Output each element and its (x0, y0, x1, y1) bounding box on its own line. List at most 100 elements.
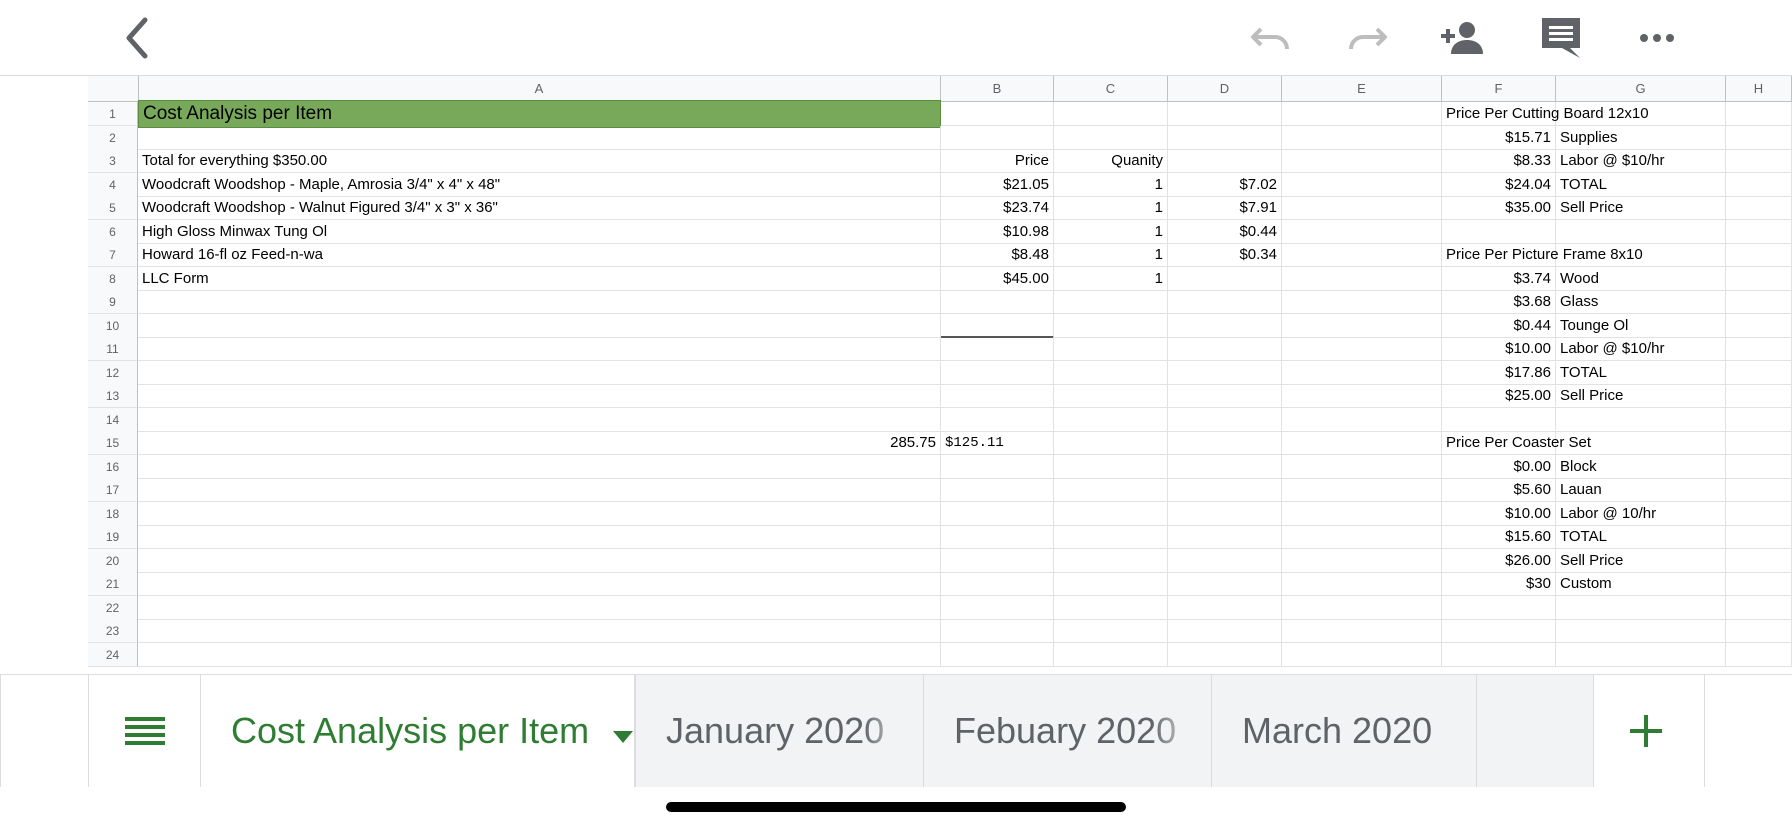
cell-b1[interactable] (941, 102, 1054, 126)
cell-e4[interactable] (1282, 172, 1442, 197)
cell-c5[interactable]: 1 (1054, 196, 1168, 220)
cell-g9[interactable]: Glass (1556, 290, 1726, 314)
cell-g18[interactable]: Labor @ 10/hr (1556, 501, 1726, 526)
cell-h24[interactable] (1726, 642, 1792, 667)
cell-b18[interactable] (941, 501, 1054, 526)
cell-a23[interactable] (138, 619, 941, 643)
row-header[interactable]: 5 (88, 196, 138, 220)
back-chevron-icon[interactable] (110, 12, 164, 64)
cell-g22[interactable] (1556, 595, 1726, 620)
cell-b14[interactable] (941, 407, 1054, 432)
cell-c8[interactable]: 1 (1054, 266, 1168, 291)
cell-a2[interactable] (138, 125, 941, 150)
cell-b20[interactable] (941, 548, 1054, 573)
cell-a22[interactable] (138, 595, 941, 620)
row-header[interactable]: 12 (88, 360, 138, 385)
cell-c24[interactable] (1054, 642, 1168, 667)
cell-a15[interactable]: 285.75 (138, 431, 941, 455)
cell-h10[interactable] (1726, 313, 1792, 338)
cell-d22[interactable] (1168, 595, 1282, 620)
cell-d12[interactable] (1168, 360, 1282, 385)
cell-a6[interactable]: High Gloss Minwax Tung Ol (138, 219, 941, 244)
cell-e24[interactable] (1282, 642, 1442, 667)
cell-e9[interactable] (1282, 290, 1442, 314)
row-header[interactable]: 2 (88, 125, 138, 150)
cell-h4[interactable] (1726, 172, 1792, 197)
cell-c3[interactable]: Quanity (1054, 149, 1168, 173)
cell-e2[interactable] (1282, 125, 1442, 150)
cell-f22[interactable] (1442, 595, 1556, 620)
cell-c22[interactable] (1054, 595, 1168, 620)
cell-g15[interactable] (1556, 431, 1726, 455)
cell-e23[interactable] (1282, 619, 1442, 643)
row-header[interactable]: 11 (88, 337, 138, 361)
cell-g17[interactable]: Lauan (1556, 478, 1726, 502)
cell-f20[interactable]: $26.00 (1442, 548, 1556, 573)
cell-c23[interactable] (1054, 619, 1168, 643)
tab-febuary-2020[interactable]: Febuary 2020 (923, 675, 1211, 787)
cell-b10[interactable] (941, 313, 1054, 338)
row-header[interactable]: 4 (88, 172, 138, 197)
cell-a8[interactable]: LLC Form (138, 266, 941, 291)
cell-f1[interactable]: Price Per Cutting Board 12x10 (1442, 102, 1649, 126)
cell-g24[interactable] (1556, 642, 1726, 667)
cell-g13[interactable]: Sell Price (1556, 384, 1726, 408)
row-header[interactable]: 9 (88, 290, 138, 314)
cell-f7[interactable]: Price Per Picture Frame 8x10 (1442, 243, 1643, 267)
cell-c13[interactable] (1054, 384, 1168, 408)
column-header-b[interactable]: B (941, 76, 1054, 101)
cell-a17[interactable] (138, 478, 941, 502)
cell-f12[interactable]: $17.86 (1442, 360, 1556, 385)
row-header[interactable]: 24 (88, 642, 138, 667)
cell-h3[interactable] (1726, 149, 1792, 173)
row-header[interactable]: 20 (88, 548, 138, 573)
cell-e13[interactable] (1282, 384, 1442, 408)
cell-g12[interactable]: TOTAL (1556, 360, 1726, 385)
cell-g2[interactable]: Supplies (1556, 125, 1726, 150)
cell-c9[interactable] (1054, 290, 1168, 314)
cell-f14[interactable] (1442, 407, 1556, 432)
cell-a11[interactable] (138, 337, 941, 361)
cell-e10[interactable] (1282, 313, 1442, 338)
cell-a24[interactable] (138, 642, 941, 667)
cell-a20[interactable] (138, 548, 941, 573)
cell-g1[interactable] (1556, 102, 1726, 126)
cell-c12[interactable] (1054, 360, 1168, 385)
cell-g19[interactable]: TOTAL (1556, 525, 1726, 549)
cell-f3[interactable]: $8.33 (1442, 149, 1556, 173)
cell-d10[interactable] (1168, 313, 1282, 338)
cell-g7[interactable] (1556, 243, 1726, 267)
caret-down-icon[interactable] (613, 710, 634, 752)
cell-a10[interactable] (138, 313, 941, 338)
cell-d20[interactable] (1168, 548, 1282, 573)
cell-h21[interactable] (1726, 572, 1792, 596)
cell-b23[interactable] (941, 619, 1054, 643)
cell-h8[interactable] (1726, 266, 1792, 291)
row-header[interactable]: 8 (88, 266, 138, 291)
cell-f13[interactable]: $25.00 (1442, 384, 1556, 408)
cell-b11[interactable] (941, 337, 1054, 361)
comment-icon[interactable] (1534, 12, 1588, 64)
cell-a19[interactable] (138, 525, 941, 549)
cell-a13[interactable] (138, 384, 941, 408)
cell-b22[interactable] (941, 595, 1054, 620)
cell-b2[interactable] (941, 125, 1054, 150)
cell-d5[interactable]: $7.91 (1168, 196, 1282, 220)
cell-h23[interactable] (1726, 619, 1792, 643)
column-header-h[interactable]: H (1726, 76, 1792, 101)
cell-d8[interactable] (1168, 266, 1282, 291)
cell-g4[interactable]: TOTAL (1556, 172, 1726, 197)
cell-c17[interactable] (1054, 478, 1168, 502)
cell-g8[interactable]: Wood (1556, 266, 1726, 291)
cell-c16[interactable] (1054, 454, 1168, 479)
cell-f8[interactable]: $3.74 (1442, 266, 1556, 291)
cell-a16[interactable] (138, 454, 941, 479)
cell-e21[interactable] (1282, 572, 1442, 596)
cell-f4[interactable]: $24.04 (1442, 172, 1556, 197)
cell-h7[interactable] (1726, 243, 1792, 267)
row-header[interactable]: 15 (88, 431, 138, 455)
cell-b12[interactable] (941, 360, 1054, 385)
cell-b9[interactable] (941, 290, 1054, 314)
add-person-icon[interactable] (1436, 12, 1490, 64)
cell-d13[interactable] (1168, 384, 1282, 408)
